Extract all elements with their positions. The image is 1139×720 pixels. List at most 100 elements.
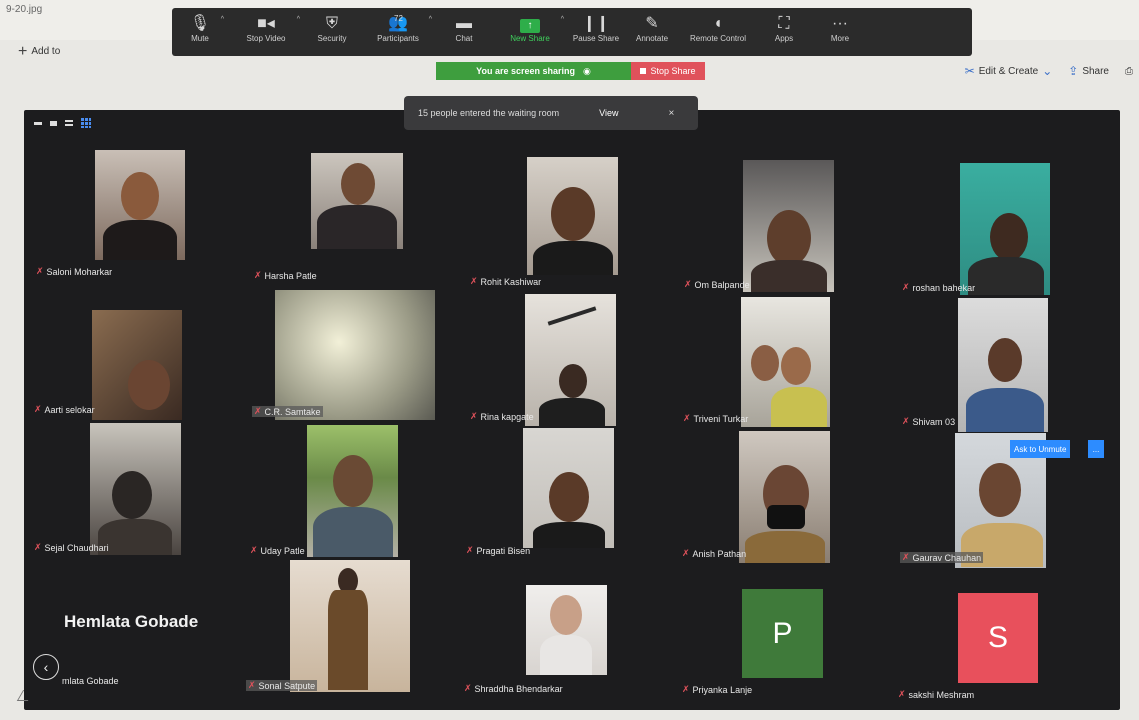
- share-screen-icon: ↑: [492, 14, 568, 34]
- new-share-label: New Share: [510, 34, 550, 43]
- more-label: More: [830, 34, 850, 43]
- avatar[interactable]: S: [958, 593, 1038, 683]
- participant-name: ✗ Aarti selokar: [34, 404, 95, 415]
- participants-label: Participants: [377, 34, 419, 43]
- participants-count: 72: [394, 14, 403, 23]
- apps-label: Apps: [774, 34, 794, 43]
- add-to-label: Add to: [31, 46, 61, 57]
- pencil-icon: ✎: [645, 15, 659, 32]
- participant-name: ✗ Shraddha Bhendarkar: [464, 683, 563, 694]
- chat-button[interactable]: ▬ Chat: [436, 14, 492, 43]
- muted-microphone-icon: ✗: [36, 266, 44, 276]
- video-tile[interactable]: [527, 157, 618, 275]
- video-tile[interactable]: [743, 160, 834, 292]
- muted-microphone-icon: ✗: [470, 276, 478, 286]
- participant-name: ✗ roshan bahekar: [902, 282, 976, 293]
- ellipsis-icon: ···: [832, 15, 848, 32]
- apps-button[interactable]: ⛶ Apps: [756, 14, 812, 43]
- video-tile[interactable]: [960, 163, 1050, 295]
- sharing-text: You are screen sharing: [476, 66, 575, 76]
- ask-to-unmute-button[interactable]: Ask to Unmute: [1010, 440, 1071, 458]
- close-icon[interactable]: ×: [668, 108, 674, 119]
- video-tile[interactable]: [958, 298, 1048, 432]
- participant-name: ✗ Shivam 03: [902, 416, 956, 427]
- muted-microphone-icon: ✗: [902, 416, 910, 426]
- security-button[interactable]: ⛨ Security: [304, 14, 360, 43]
- stop-icon: [640, 68, 647, 74]
- video-tile[interactable]: [92, 310, 182, 420]
- print-icon: ⎙: [1125, 65, 1133, 77]
- annotate-label: Annotate: [635, 34, 669, 43]
- participant-name: ✗ Harsha Patle: [254, 270, 317, 281]
- more-options-button[interactable]: ...: [1088, 440, 1104, 458]
- muted-microphone-icon: ✗: [902, 282, 910, 292]
- shield-icon: ⛨: [325, 15, 338, 32]
- chevron-up-icon[interactable]: ^: [429, 16, 432, 23]
- muted-microphone-icon: ✗: [34, 404, 42, 414]
- video-tile[interactable]: [739, 431, 830, 563]
- plus-icon: +: [18, 42, 28, 60]
- participant-name: ✗ Saloni Moharkar: [36, 266, 113, 277]
- annotate-button[interactable]: ✎ Annotate: [624, 14, 680, 43]
- participant-name: mlata Gobade: [62, 676, 119, 686]
- microphone-icon: 🎙: [189, 15, 211, 32]
- video-tile[interactable]: [311, 153, 403, 249]
- participant-name: ✗ Sejal Chaudhari: [34, 542, 109, 553]
- print-button[interactable]: ⎙: [1125, 66, 1133, 77]
- security-label: Security: [317, 34, 347, 43]
- stop-video-button[interactable]: ■◂ ^ Stop Video: [228, 14, 304, 43]
- strip-view-icon[interactable]: [65, 120, 73, 126]
- participant-name: ✗ Pragati Bisen: [466, 545, 531, 556]
- add-to-button[interactable]: + Add to: [18, 42, 61, 60]
- stop-video-label: Stop Video: [246, 34, 286, 43]
- muted-microphone-icon: ✗: [254, 270, 262, 280]
- minimize-icon[interactable]: [34, 121, 42, 125]
- participant-name: ✗ Om Balpande: [684, 279, 750, 290]
- video-tile[interactable]: [525, 294, 616, 426]
- video-tile[interactable]: [523, 428, 614, 548]
- mute-button[interactable]: 🎙 ^ Mute: [172, 14, 228, 43]
- file-name: 9-20.jpg: [6, 4, 43, 15]
- participants-button[interactable]: 👥 72 ^ Participants: [360, 14, 436, 43]
- chevron-up-icon[interactable]: ^: [561, 16, 564, 23]
- gallery-view-icon[interactable]: [81, 118, 91, 128]
- avatar[interactable]: P: [742, 589, 823, 678]
- muted-microphone-icon: ✗: [902, 552, 910, 562]
- muted-microphone-icon: ✗: [684, 279, 692, 289]
- muted-microphone-icon: ✗: [683, 413, 691, 423]
- edit-icon: ✂: [964, 64, 975, 78]
- muted-microphone-icon: ✗: [682, 548, 690, 558]
- video-tile[interactable]: [741, 297, 830, 427]
- video-tile[interactable]: [275, 290, 435, 420]
- video-tile[interactable]: [307, 425, 398, 557]
- speaker-view-icon[interactable]: [50, 120, 57, 126]
- waiting-room-message: 15 people entered the waiting room: [418, 108, 560, 118]
- more-button[interactable]: ··· More: [812, 14, 868, 43]
- share-button[interactable]: ⇪ Share: [1068, 64, 1109, 78]
- video-tile[interactable]: [526, 585, 607, 675]
- chat-bubble-icon: ▬: [456, 15, 472, 32]
- waiting-room-view-button[interactable]: View: [599, 108, 618, 118]
- remote-control-button[interactable]: ◖ Remote Control: [680, 14, 756, 43]
- view-switcher: [34, 118, 91, 128]
- video-tile[interactable]: [290, 560, 410, 692]
- viewer-actions: ✂ Edit & Create ⌄ ⇪ Share ⎙: [965, 64, 1133, 78]
- participant-name: ✗ sakshi Meshram: [898, 689, 975, 700]
- chat-label: Chat: [455, 34, 473, 43]
- chevron-up-icon[interactable]: ^: [221, 16, 224, 23]
- video-tile[interactable]: [90, 423, 181, 555]
- pause-share-button[interactable]: ❙❙ Pause Share: [568, 14, 624, 43]
- chevron-up-icon[interactable]: ^: [297, 16, 300, 23]
- muted-microphone-icon: ✗: [254, 406, 262, 416]
- edit-create-label: Edit & Create: [978, 65, 1039, 77]
- video-tile[interactable]: [95, 150, 185, 260]
- participant-name: ✗ C.R. Samtake: [252, 406, 323, 417]
- back-arrow-icon[interactable]: ‹: [33, 654, 59, 680]
- share-label: Share: [1082, 65, 1109, 77]
- video-camera-icon: ■◂: [257, 15, 275, 32]
- edit-create-button[interactable]: ✂ Edit & Create ⌄: [965, 64, 1053, 78]
- new-share-button[interactable]: ↑ ^ New Share: [492, 14, 568, 43]
- share-icon: ⇪: [1068, 64, 1079, 78]
- stop-share-button[interactable]: Stop Share: [631, 62, 705, 80]
- muted-microphone-icon: ✗: [466, 545, 474, 555]
